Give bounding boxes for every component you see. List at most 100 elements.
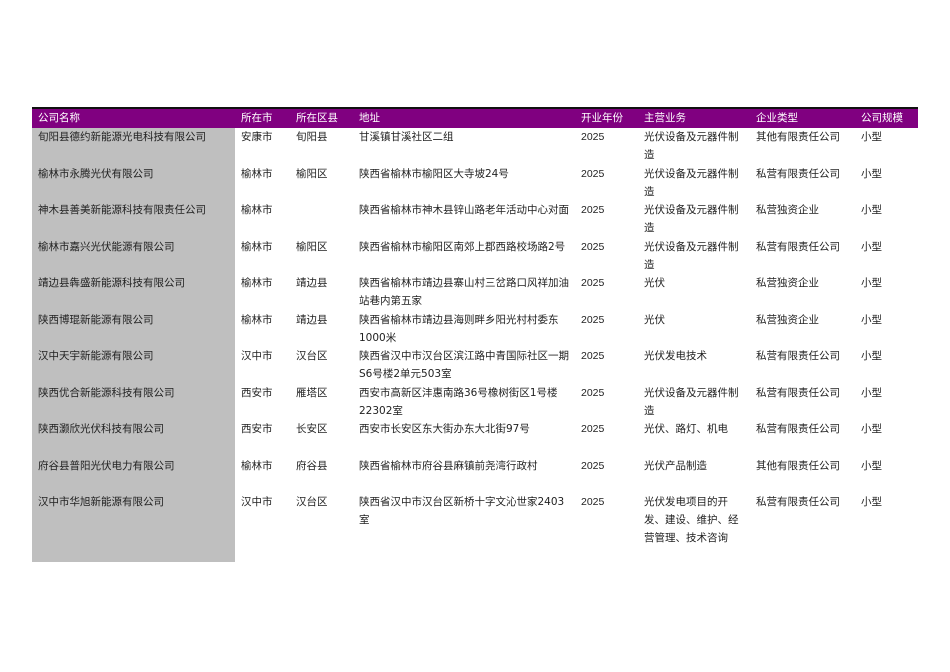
cell-city: 榆林市 [241, 313, 273, 326]
cell-district: 雁塔区 [296, 386, 328, 399]
cell-district: 府谷县 [296, 459, 328, 472]
cell-company-size: 小型 [861, 350, 882, 362]
cell-open-year: 2025 [581, 350, 605, 362]
cell-address: 陕西省榆林市靖边县寨山村三岔路口风祥加油站巷内第五家 [359, 277, 569, 307]
cell-main-business: 光伏设备及元器件制造 [644, 204, 739, 234]
cell-district: 靖边县 [296, 277, 328, 289]
cell-main-business: 光伏产品制造 [644, 459, 707, 472]
cell-company-type: 其他有限责任公司 [756, 131, 840, 143]
cell-company-size: 小型 [861, 496, 882, 508]
cell-city: 汉中市 [241, 496, 273, 508]
cell-city: 西安市 [241, 386, 273, 399]
cell-company-type: 私营有限责任公司 [756, 350, 840, 362]
cell-district: 长安区 [296, 423, 328, 435]
cell-district: 榆阳区 [296, 167, 328, 180]
cell-company-type: 私营有限责任公司 [756, 240, 840, 253]
cell-company-name: 汉中市华旭新能源有限公司 [32, 493, 235, 562]
cell-district: 榆阳区 [296, 240, 328, 253]
cell-open-year: 2025 [581, 204, 605, 216]
cell-company-type: 其他有限责任公司 [756, 459, 840, 472]
header-open-year: 开业年份 [581, 112, 623, 124]
table-row: 府谷县普阳光伏电力有限公司 榆林市 府谷县 陕西省榆林市府谷县麻镇前尧湾行政村 2025… [32, 456, 918, 493]
header-main-business: 主营业务 [644, 112, 686, 124]
cell-district: 旬阳县 [296, 131, 328, 143]
cell-address: 陕西省榆林市榆阳区南郊上郡西路校场路2号 [359, 240, 566, 253]
cell-company-size: 小型 [861, 277, 882, 289]
cell-city: 榆林市 [241, 167, 273, 180]
cell-open-year: 2025 [581, 386, 605, 399]
cell-company-size: 小型 [861, 423, 882, 435]
cell-company-name: 陕西博琨新能源有限公司 [32, 310, 235, 347]
header-company-size: 公司规模 [861, 112, 903, 124]
table-row: 陕西博琨新能源有限公司 榆林市 靖边县 陕西省榆林市靖边县海则畔乡阳光村村委东1000… [32, 310, 918, 347]
header-company-name: 公司名称 [38, 112, 80, 124]
cell-main-business: 光伏设备及元器件制造 [644, 167, 739, 198]
cell-address: 甘溪镇甘溪社区二组 [359, 131, 454, 143]
cell-open-year: 2025 [581, 131, 605, 143]
cell-open-year: 2025 [581, 496, 605, 508]
cell-city: 安康市 [241, 131, 273, 143]
cell-address: 陕西省汉中市汉台区滨江路中青国际社区一期S6号楼2单元503室 [359, 350, 569, 380]
table-row: 陕西灏欣光伏科技有限公司 西安市 长安区 西安市长安区东大街办东大北街97号 2025 光… [32, 420, 918, 457]
cell-company-name: 榆林市永腾光伏有限公司 [32, 164, 235, 201]
cell-main-business: 光伏设备及元器件制造 [644, 386, 739, 417]
cell-city: 西安市 [241, 423, 273, 435]
table-body: 旬阳县德约新能源光电科技有限公司 安康市 旬阳县 甘溪镇甘溪社区二组 2025 光伏设备及… [32, 128, 918, 562]
cell-company-size: 小型 [861, 240, 882, 253]
header-city: 所在市 [241, 112, 273, 124]
table-row: 榆林市永腾光伏有限公司 榆林市 榆阳区 陕西省榆林市榆阳区大寺坡24号 2025 光伏设备… [32, 164, 918, 201]
cell-address: 陕西省榆林市神木县锌山路老年活动中心对面 [359, 204, 569, 216]
cell-district: 靖边县 [296, 313, 328, 326]
cell-city: 榆林市 [241, 240, 273, 253]
cell-company-type: 私营独资企业 [756, 204, 819, 216]
cell-company-type: 私营有限责任公司 [756, 386, 840, 399]
cell-company-size: 小型 [861, 167, 882, 180]
cell-company-name: 陕西灏欣光伏科技有限公司 [32, 420, 235, 457]
company-table: 公司名称 所在市 所在区县 地址 开业年份 主营业务 企业类型 公司规模 旬阳县德约新能源光电… [32, 107, 918, 562]
cell-district: 汉台区 [296, 496, 328, 508]
table-row: 靖边县犇盛新能源科技有限公司 榆林市 靖边县 陕西省榆林市靖边县寨山村三岔路口风祥加油… [32, 274, 918, 311]
cell-address: 西安市高新区沣惠南路36号橡树街区1号楼22302室 [359, 386, 558, 417]
cell-main-business: 光伏设备及元器件制造 [644, 240, 739, 271]
cell-company-type: 私营独资企业 [756, 313, 819, 326]
table-row: 汉中天宇新能源有限公司 汉中市 汉台区 陕西省汉中市汉台区滨江路中青国际社区一期S6号… [32, 347, 918, 384]
header-district: 所在区县 [296, 112, 338, 124]
cell-company-name: 神木县善美新能源科技有限责任公司 [32, 201, 235, 238]
table-row: 陕西优合新能源科技有限公司 西安市 雁塔区 西安市高新区沣惠南路36号橡树街区1号楼2… [32, 383, 918, 420]
cell-address: 陕西省榆林市府谷县麻镇前尧湾行政村 [359, 459, 538, 472]
header-company-type: 企业类型 [756, 112, 798, 124]
cell-open-year: 2025 [581, 240, 605, 253]
cell-company-name: 府谷县普阳光伏电力有限公司 [32, 456, 235, 493]
cell-city: 榆林市 [241, 459, 273, 472]
cell-company-size: 小型 [861, 204, 882, 216]
table-header: 公司名称 所在市 所在区县 地址 开业年份 主营业务 企业类型 公司规模 [32, 107, 918, 128]
cell-address: 陕西省汉中市汉台区新桥十字文沁世家2403室 [359, 496, 565, 526]
table-row: 神木县善美新能源科技有限责任公司 榆林市 陕西省榆林市神木县锌山路老年活动中心对面 2… [32, 201, 918, 238]
cell-open-year: 2025 [581, 423, 605, 435]
cell-company-size: 小型 [861, 313, 882, 326]
cell-company-name: 陕西优合新能源科技有限公司 [32, 383, 235, 420]
cell-district [290, 201, 353, 238]
table-row: 汉中市华旭新能源有限公司 汉中市 汉台区 陕西省汉中市汉台区新桥十字文沁世家2403室… [32, 493, 918, 562]
cell-city: 汉中市 [241, 350, 273, 362]
cell-main-business: 光伏发电项目的开发、建设、维护、经营管理、技术咨询 [644, 496, 739, 544]
cell-company-name: 汉中天宇新能源有限公司 [32, 347, 235, 384]
header-address: 地址 [359, 112, 380, 124]
cell-company-size: 小型 [861, 131, 882, 143]
cell-city: 榆林市 [241, 204, 273, 216]
cell-company-name: 旬阳县德约新能源光电科技有限公司 [32, 128, 235, 165]
cell-open-year: 2025 [581, 313, 605, 326]
table-row: 旬阳县德约新能源光电科技有限公司 安康市 旬阳县 甘溪镇甘溪社区二组 2025 光伏设备及… [32, 128, 918, 165]
cell-main-business: 光伏、路灯、机电 [644, 423, 728, 435]
cell-company-type: 私营有限责任公司 [756, 423, 840, 435]
cell-address: 西安市长安区东大街办东大北街97号 [359, 423, 530, 435]
cell-district: 汉台区 [296, 350, 328, 362]
cell-main-business: 光伏发电技术 [644, 350, 707, 362]
cell-main-business: 光伏设备及元器件制造 [644, 131, 739, 161]
cell-main-business: 光伏 [644, 277, 665, 289]
cell-city: 榆林市 [241, 277, 273, 289]
cell-open-year: 2025 [581, 167, 605, 180]
cell-company-name: 榆林市嘉兴光伏能源有限公司 [32, 237, 235, 274]
cell-main-business: 光伏 [644, 313, 665, 326]
cell-address: 陕西省榆林市榆阳区大寺坡24号 [359, 167, 509, 180]
